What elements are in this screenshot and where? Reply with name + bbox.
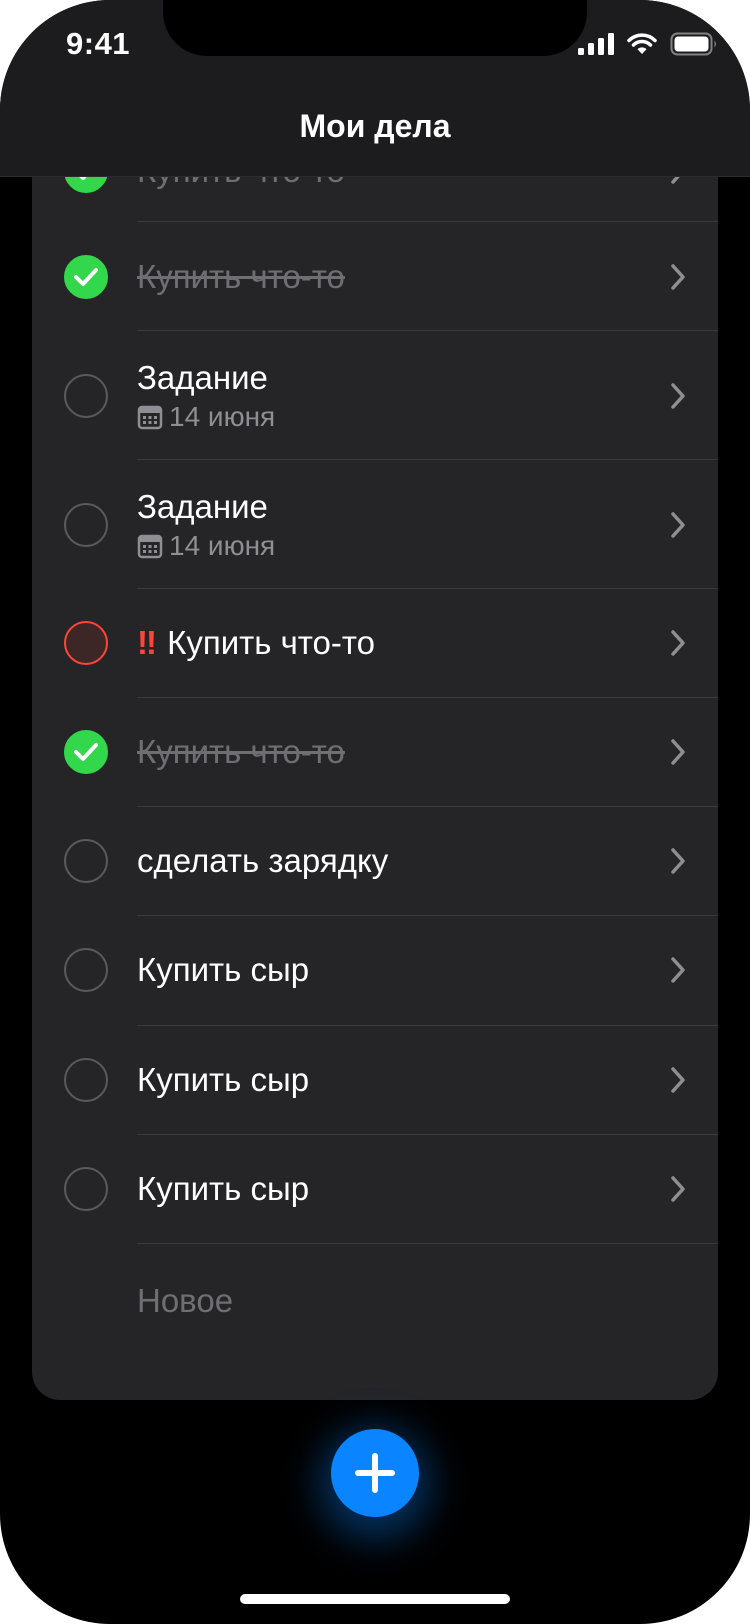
task-row[interactable]: Задание 14 июня bbox=[32, 460, 718, 589]
nav-bar: 9:41 Мои дела bbox=[0, 0, 750, 177]
status-indicators bbox=[578, 32, 718, 56]
chevron-right-icon bbox=[671, 383, 685, 409]
notch bbox=[163, 0, 587, 56]
calendar-icon bbox=[137, 534, 163, 559]
task-row[interactable]: Задание 14 июня bbox=[32, 331, 718, 460]
task-title: сделать зарядку bbox=[137, 842, 389, 879]
task-title: Задание bbox=[137, 359, 268, 396]
task-row[interactable]: сделать зарядку bbox=[32, 807, 718, 916]
task-checkbox[interactable] bbox=[64, 839, 108, 883]
cellular-signal-icon bbox=[578, 33, 614, 55]
task-date-label: 14 июня bbox=[169, 530, 276, 561]
task-checkbox-done[interactable] bbox=[64, 255, 108, 299]
wifi-icon bbox=[627, 33, 657, 54]
task-title: Купить что-то bbox=[137, 258, 345, 295]
task-date: 14 июня bbox=[137, 401, 275, 433]
task-checkbox[interactable] bbox=[64, 1058, 108, 1102]
page-title: Мои дела bbox=[299, 108, 451, 144]
home-indicator[interactable] bbox=[240, 1594, 510, 1604]
chevron-right-icon bbox=[671, 264, 685, 290]
chevron-right-icon bbox=[671, 512, 685, 538]
task-title: ‼ Купить что-то bbox=[137, 624, 375, 662]
chevron-right-icon bbox=[671, 630, 685, 656]
chevron-right-icon bbox=[671, 739, 685, 765]
checkmark-icon bbox=[74, 743, 98, 761]
priority-mark: ‼ bbox=[137, 624, 157, 661]
task-title: Купить сыр bbox=[137, 1170, 310, 1207]
chevron-right-icon bbox=[671, 848, 685, 874]
task-checkbox-urgent[interactable] bbox=[64, 621, 108, 665]
task-title: Купить что-то bbox=[137, 733, 345, 770]
task-row[interactable]: Купить что-то bbox=[32, 222, 718, 331]
task-list: Купить что-то Купить что-то Задание bbox=[32, 60, 718, 1400]
task-checkbox[interactable] bbox=[64, 374, 108, 418]
task-title: Задание bbox=[137, 488, 268, 525]
add-task-button[interactable] bbox=[331, 1429, 419, 1517]
task-checkbox[interactable] bbox=[64, 948, 108, 992]
task-title: Купить сыр bbox=[137, 951, 310, 988]
task-row[interactable]: Купить сыр bbox=[32, 1135, 718, 1244]
new-task-row[interactable]: Новое bbox=[32, 1244, 718, 1400]
new-task-input[interactable]: Новое bbox=[137, 1282, 233, 1320]
task-checkbox-done[interactable] bbox=[64, 730, 108, 774]
task-checkbox[interactable] bbox=[64, 1167, 108, 1211]
plus-icon bbox=[355, 1453, 395, 1493]
checkmark-icon bbox=[74, 268, 98, 286]
chevron-right-icon bbox=[671, 1176, 685, 1202]
task-date: 14 июня bbox=[137, 530, 275, 562]
task-row[interactable]: Купить сыр bbox=[32, 916, 718, 1026]
task-row[interactable]: Купить сыр bbox=[32, 1026, 718, 1135]
task-title: Купить сыр bbox=[137, 1061, 310, 1098]
chevron-right-icon bbox=[671, 957, 685, 983]
task-date-label: 14 июня bbox=[169, 401, 276, 432]
task-row[interactable]: Купить что-то bbox=[32, 698, 718, 807]
calendar-icon bbox=[137, 405, 163, 430]
task-title-text: Купить что-то bbox=[167, 624, 375, 661]
task-row[interactable]: ‼ Купить что-то bbox=[32, 589, 718, 698]
chevron-right-icon bbox=[671, 1067, 685, 1093]
status-time: 9:41 bbox=[66, 26, 131, 61]
battery-icon bbox=[670, 32, 716, 56]
task-checkbox[interactable] bbox=[64, 503, 108, 547]
phone-screen: Купить что-то Купить что-то Задание bbox=[0, 0, 750, 1624]
